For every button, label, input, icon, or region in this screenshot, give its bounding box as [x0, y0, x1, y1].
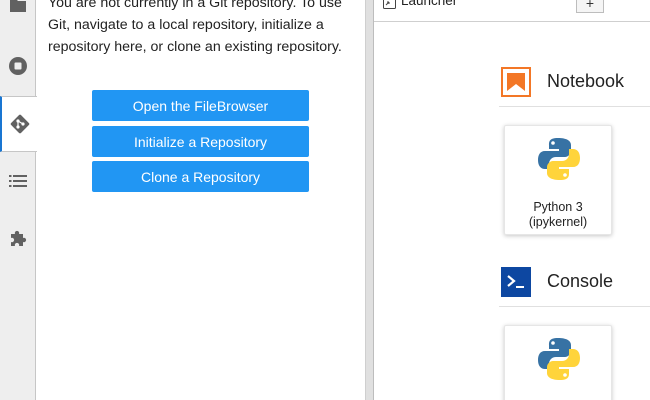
notebook-icon [501, 67, 531, 101]
console-section-title: Console [547, 271, 614, 291]
add-launcher-button[interactable]: + [576, 0, 604, 13]
notebook-python3-kernel-card[interactable]: Python 3 (ipykernel) [504, 125, 612, 235]
extension-manager-tab[interactable] [0, 222, 36, 254]
tab-launcher[interactable]: Launcher [374, 0, 564, 22]
git-tab[interactable] [0, 96, 37, 152]
panel-splitter[interactable] [365, 0, 374, 400]
git-panel: You are not currently in a Git repositor… [37, 0, 365, 400]
list-icon [9, 174, 27, 188]
git-icon [9, 113, 31, 135]
notebook-section-title: Notebook [547, 71, 625, 91]
running-sessions-tab[interactable] [0, 50, 36, 82]
tab-label: Launcher [401, 0, 458, 8]
table-of-contents-tab[interactable] [0, 166, 36, 196]
main-area: Launcher + Notebook Python 3 (ipykernel)… [374, 0, 650, 400]
clone-repository-button[interactable]: Clone a Repository [92, 161, 309, 192]
console-section-divider [499, 306, 650, 307]
python-logo-icon [536, 136, 582, 186]
file-browser-tab[interactable] [0, 0, 36, 20]
puzzle-piece-icon [8, 228, 28, 248]
initialize-repository-button[interactable]: Initialize a Repository [92, 126, 309, 157]
stop-circle-icon [8, 56, 28, 76]
kernel-name-line1: Python 3 [533, 200, 583, 214]
notebook-section-divider [499, 106, 650, 107]
console-icon [501, 267, 531, 301]
launcher-icon [383, 0, 396, 13]
python-logo-icon [536, 336, 582, 386]
kernel-name-line2: (ipykernel) [528, 215, 588, 229]
tab-bar: Launcher + [374, 0, 650, 22]
activity-bar [0, 0, 37, 400]
git-not-repository-message: You are not currently in a Git repositor… [48, 0, 342, 55]
console-python3-kernel-card[interactable] [504, 325, 612, 400]
open-filebrowser-button[interactable]: Open the FileBrowser [92, 90, 309, 121]
folder-icon [9, 0, 27, 13]
